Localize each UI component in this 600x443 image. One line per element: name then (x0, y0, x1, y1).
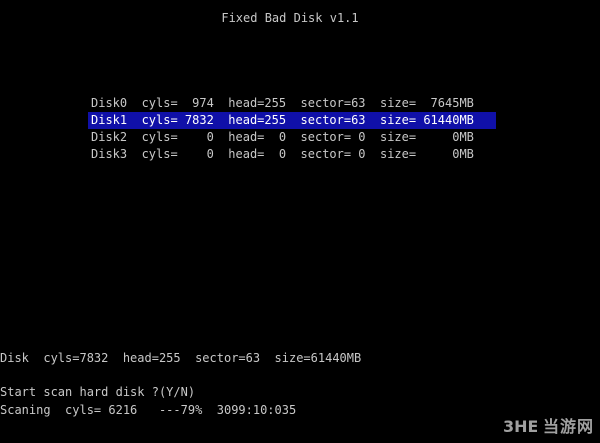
disk-row-2[interactable]: Disk2 cyls= 0 head= 0 sector= 0 size= 0M… (88, 129, 496, 146)
watermark-logo-icon: 3HE (503, 417, 537, 436)
scan-progress-status: Scaning cyls= 6216 ---79% 3099:10:035 (0, 403, 297, 417)
watermark-logo-text: 3HE (503, 417, 537, 436)
disk-list: Disk0 cyls= 974 head=255 sector=63 size=… (88, 95, 496, 163)
disk-row-3[interactable]: Disk3 cyls= 0 head= 0 sector= 0 size= 0M… (88, 146, 496, 163)
scan-prompt[interactable]: Start scan hard disk ?(Y/N) (0, 384, 195, 400)
site-watermark: 3HE 当游网 (503, 411, 594, 439)
selected-disk-summary: Disk cyls=7832 head=255 sector=63 size=6… (0, 351, 362, 365)
disk-row-1[interactable]: Disk1 cyls= 7832 head=255 sector=63 size… (88, 112, 496, 129)
dos-console-screen: Fixed Bad Disk v1.1 Disk0 cyls= 974 head… (0, 0, 600, 443)
disk-row-0[interactable]: Disk0 cyls= 974 head=255 sector=63 size=… (88, 95, 496, 112)
app-title: Fixed Bad Disk v1.1 (221, 11, 359, 25)
watermark-site-name: 当游网 (542, 417, 594, 436)
